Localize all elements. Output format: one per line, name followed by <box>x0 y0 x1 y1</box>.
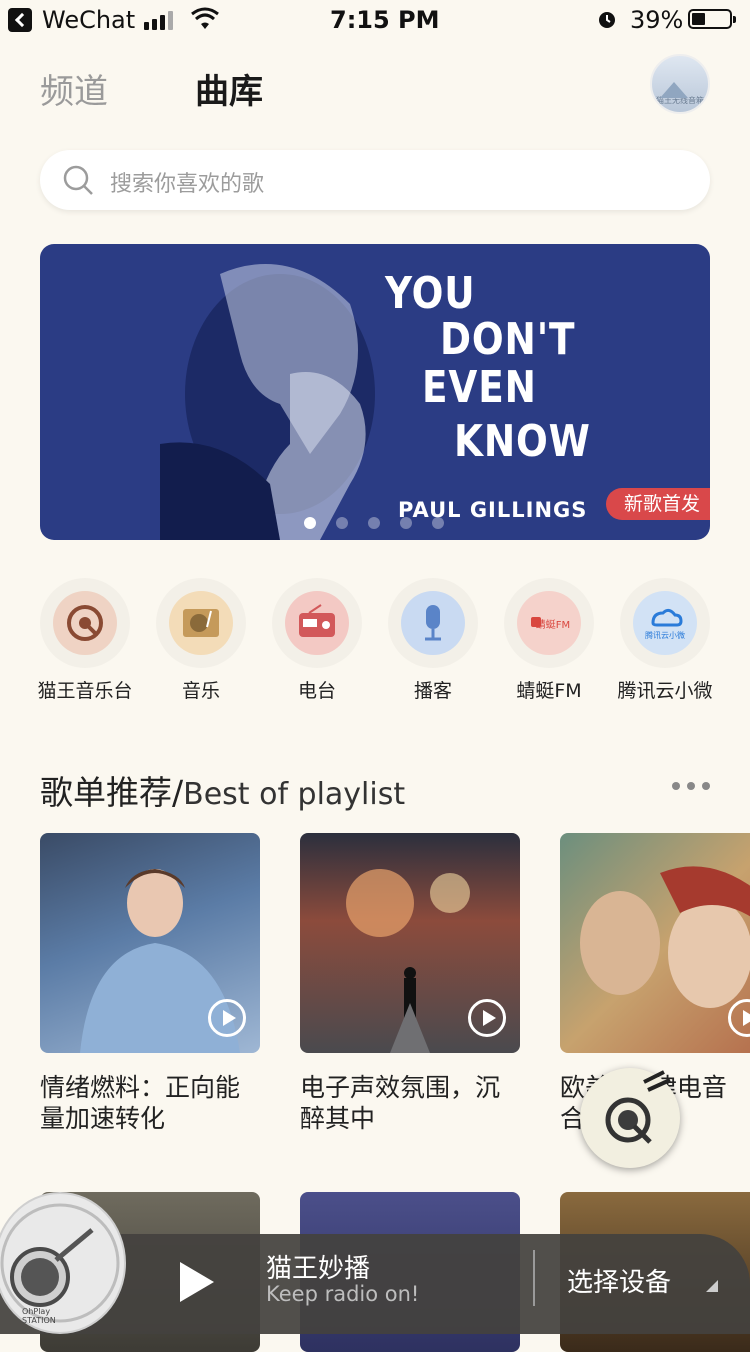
play-button[interactable] <box>180 1262 214 1302</box>
section-title-cn: 歌单推荐/ <box>40 773 184 812</box>
wifi-icon <box>191 7 219 29</box>
caret-icon <box>706 1280 718 1292</box>
tab-library[interactable]: 曲库 <box>195 64 263 113</box>
new-release-badge: 新歌首发 <box>606 488 710 520</box>
carrier-label: WeChat <box>42 6 136 34</box>
banner-headline-line: YOU <box>385 268 476 319</box>
clock: 7:15 PM <box>330 6 440 34</box>
carousel-dot[interactable] <box>304 517 316 529</box>
search-icon <box>63 165 93 195</box>
channel-label[interactable]: 腾讯云小微 <box>605 676 725 703</box>
qingting-fm-icon: 蜻蜓FM <box>517 591 581 655</box>
avatar-label: 猫王无线音箱 <box>656 96 704 105</box>
banner-headline-line: DON'T <box>440 314 576 365</box>
radio-dial-icon <box>53 591 117 655</box>
play-icon[interactable] <box>208 999 246 1037</box>
microphone-icon <box>401 591 465 655</box>
search-input[interactable]: 搜索你喜欢的歌 <box>110 166 264 198</box>
playlist-cover-image <box>580 866 750 1008</box>
back-to-app-icon[interactable] <box>8 8 32 32</box>
channel-label[interactable]: 播客 <box>373 676 493 703</box>
carousel-dot[interactable] <box>400 517 412 529</box>
radio-dial-icon <box>605 1070 671 1144</box>
channel-button[interactable] <box>272 578 362 668</box>
select-device-button[interactable]: 选择设备 <box>567 1262 671 1299</box>
carousel-dot[interactable] <box>336 517 348 529</box>
search-bar[interactable]: 搜索你喜欢的歌 <box>40 150 710 210</box>
channel-label[interactable]: 蜻蜓FM <box>489 676 609 703</box>
channel-button[interactable]: 蜻蜓FM <box>504 578 594 668</box>
player-disc-label: OhPlay STATION <box>22 1307 56 1325</box>
channel-icon-text: 蜻蜓FM <box>535 620 571 631</box>
carousel-dot[interactable] <box>368 517 380 529</box>
banner-artist-image <box>160 264 375 540</box>
banner-carousel[interactable]: YOU DON'T EVEN KNOW PAUL GILLINGS 新歌首发 <box>40 244 710 540</box>
section-title-en: Best of playlist <box>183 777 406 812</box>
alarm-icon <box>599 12 615 28</box>
player-subtitle: Keep radio on! <box>266 1282 420 1306</box>
turntable-icon <box>169 591 233 655</box>
channel-label[interactable]: 音乐 <box>141 676 261 703</box>
avatar[interactable]: 猫王无线音箱 <box>650 54 710 114</box>
playlist-cover[interactable] <box>40 833 260 1053</box>
banner-artist-name: PAUL GILLINGS <box>398 498 588 522</box>
battery-percentage: 39% <box>630 6 684 34</box>
tab-channel[interactable]: 频道 <box>40 64 108 113</box>
channel-button[interactable] <box>156 578 246 668</box>
channel-button[interactable] <box>40 578 130 668</box>
banner-headline-line: KNOW <box>454 416 591 467</box>
ohplay-station-artwork <box>0 1203 120 1323</box>
playlist-title[interactable]: 情绪燃料：正向能量加速转化 <box>40 1072 260 1134</box>
channel-label[interactable]: 猫王音乐台 <box>25 676 145 703</box>
tencent-cloud-icon: 腾讯云小微 <box>633 591 697 655</box>
floating-remote-button[interactable] <box>580 1068 680 1168</box>
carousel-dot[interactable] <box>432 517 444 529</box>
player-divider <box>533 1250 535 1306</box>
playlist-cover[interactable] <box>300 833 520 1053</box>
play-icon[interactable] <box>468 999 506 1037</box>
channel-label[interactable]: 电台 <box>257 676 377 703</box>
section-title: 歌单推荐/Best of playlist <box>40 766 405 814</box>
channel-icon-text: 腾讯云小微 <box>645 631 685 640</box>
banner-headline-line: EVEN <box>422 362 537 413</box>
channel-button[interactable]: 腾讯云小微 <box>620 578 710 668</box>
battery-icon <box>688 9 736 29</box>
channel-button[interactable] <box>388 578 478 668</box>
playlist-title[interactable]: 电子声效氛围，沉醉其中 <box>300 1072 520 1134</box>
radio-icon <box>285 591 349 655</box>
player-title: 猫王妙播 <box>266 1254 371 1284</box>
player-disc-icon[interactable]: OhPlay STATION <box>0 1192 126 1334</box>
playlist-cover[interactable] <box>560 833 750 1053</box>
status-bar: WeChat 7:15 PM 39% <box>0 0 750 40</box>
